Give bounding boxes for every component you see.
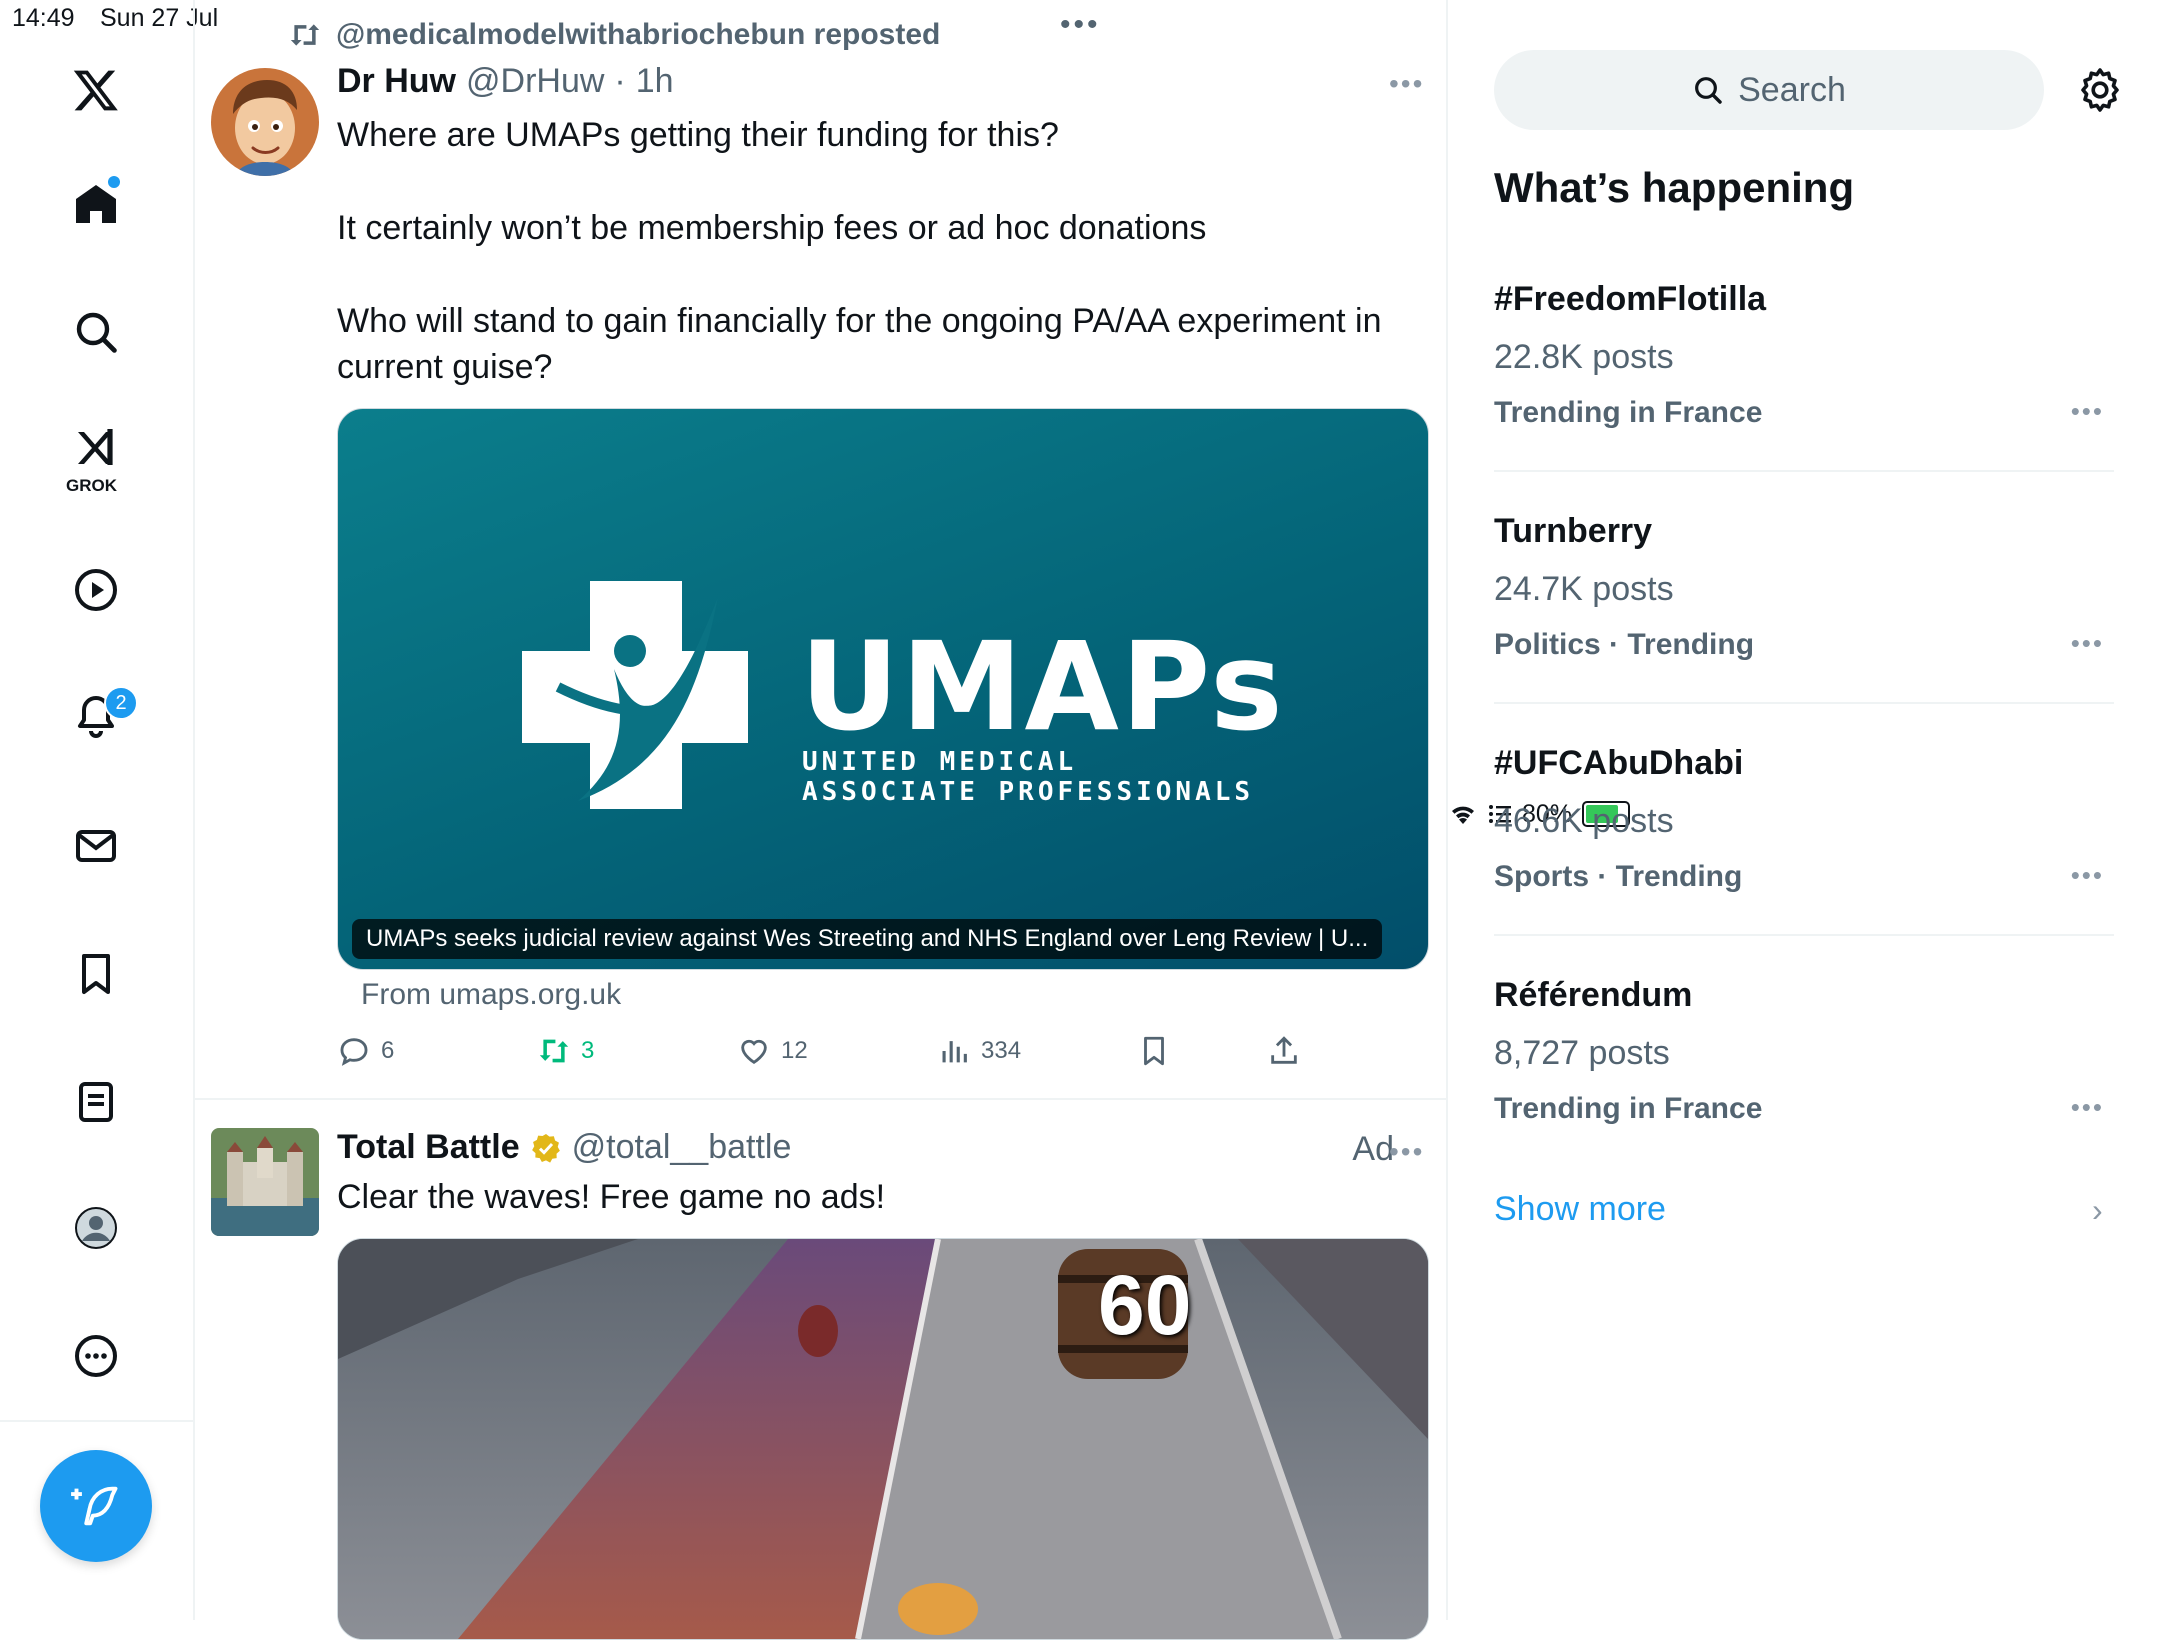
- bookmark-icon[interactable]: [62, 940, 130, 1008]
- verified-badge-icon: [531, 1133, 560, 1163]
- tweet2-more-icon[interactable]: •••: [1389, 1136, 1424, 1168]
- trend-more-icon[interactable]: •••: [2071, 628, 2104, 659]
- trend-context: Sports · Trending: [1494, 860, 1743, 893]
- x-logo-icon[interactable]: [62, 56, 130, 124]
- search-placeholder: Search: [1738, 70, 1846, 109]
- play-icon[interactable]: [62, 556, 130, 624]
- trend-separator: [1494, 934, 2114, 936]
- nav-separator: [0, 1420, 193, 1422]
- trend-name: #FreedomFlotilla: [1494, 280, 1767, 318]
- trend-posts: 8,727 posts: [1494, 1034, 1670, 1072]
- tweet2-text: Clear the waves! Free game no ads!: [337, 1178, 886, 1216]
- repost-icon: [290, 24, 320, 46]
- trend-name: Turnberry: [1494, 512, 1653, 550]
- tweet1-header: Dr Huw @DrHuw · 1h: [337, 62, 674, 101]
- total-battle-avatar[interactable]: [211, 1128, 319, 1236]
- search-nav-icon[interactable]: [62, 298, 130, 366]
- right-sidebar: Search What’s happening #FreedomFlotilla…: [1448, 0, 2160, 1620]
- show-more-link[interactable]: Show more: [1494, 1190, 1666, 1229]
- compose-feather-icon: [71, 1486, 118, 1526]
- bookmark-button[interactable]: [1137, 1034, 1171, 1068]
- profile-icon[interactable]: [62, 1194, 130, 1262]
- trend-separator: [1494, 470, 2114, 472]
- ad-label: Ad: [1352, 1130, 1394, 1168]
- tweet1-paragraph-1: Where are UMAPs getting their funding fo…: [337, 116, 1059, 154]
- reply-count: 6: [381, 1037, 395, 1064]
- main-feed: @medicalmodelwithabriochebun reposted Dr…: [193, 0, 1448, 1640]
- trend-more-icon[interactable]: •••: [2071, 396, 2104, 427]
- link-card-caption: UMAPs seeks judicial review against Wes …: [352, 919, 1383, 959]
- tweet1-dot: ·: [614, 62, 626, 100]
- like-count: 12: [781, 1037, 808, 1064]
- views-chart-icon: [942, 1041, 967, 1063]
- like-button[interactable]: 12: [737, 1034, 808, 1068]
- tweet1-paragraph-2: It certainly won’t be membership fees or…: [337, 209, 1207, 247]
- trend-context: Politics · Trending: [1494, 628, 1755, 661]
- trend-item[interactable]: Turnberry 24.7K posts Politics · Trendin…: [1494, 512, 2114, 672]
- tweet1-time[interactable]: 1h: [636, 62, 674, 101]
- trend-posts: 24.7K posts: [1494, 570, 1674, 608]
- umaps-logo-text: UMAPs: [800, 616, 1285, 758]
- tweet2-author-name[interactable]: Total Battle: [337, 1128, 520, 1167]
- trend-context: Trending in France: [1494, 1092, 1763, 1125]
- search-icon: [1695, 77, 1722, 104]
- mail-icon[interactable]: [62, 812, 130, 880]
- link-card-source[interactable]: From umaps.org.uk: [361, 978, 621, 1012]
- reply-icon: [340, 1038, 368, 1066]
- tweet1-actions: 6 3 12 334: [337, 1034, 1427, 1074]
- tweet1-handle[interactable]: @DrHuw: [466, 62, 604, 101]
- share-icon: [1271, 1036, 1297, 1064]
- ad-video[interactable]: 60: [337, 1238, 1429, 1640]
- views-button[interactable]: 334: [937, 1034, 1021, 1068]
- grok-label: GROK: [66, 476, 117, 495]
- left-navigation: GROK 2: [0, 0, 195, 1620]
- umaps-logo-sub2: ASSOCIATE PROFESSIONALS: [802, 777, 1255, 807]
- trend-more-icon[interactable]: •••: [2071, 1092, 2104, 1123]
- compose-button[interactable]: [40, 1450, 152, 1562]
- repost-button[interactable]: 3: [537, 1034, 594, 1068]
- settings-gear-icon[interactable]: [2076, 66, 2124, 114]
- umaps-logo-sub1: UNITED MEDICAL: [802, 747, 1078, 777]
- repost-action-icon: [539, 1039, 569, 1063]
- barrel-number: 60: [1098, 1258, 1192, 1352]
- search-bar[interactable]: Search: [1494, 50, 2044, 130]
- trend-separator: [1494, 702, 2114, 704]
- reply-button[interactable]: 6: [337, 1034, 394, 1068]
- umaps-logo-mark: [522, 581, 748, 809]
- dr-huw-avatar[interactable]: [211, 68, 319, 176]
- chevron-right-icon: ›: [2092, 1192, 2103, 1228]
- trend-item[interactable]: #UFCAbuDhabi 46.6K posts Sports · Trendi…: [1494, 744, 2114, 904]
- tweet-separator: [193, 1098, 1446, 1100]
- trend-more-icon[interactable]: •••: [2071, 860, 2104, 891]
- tweet2-handle[interactable]: @total__battle: [572, 1128, 792, 1167]
- home-unread-dot: [108, 176, 120, 188]
- more-options-icon[interactable]: [62, 1322, 130, 1390]
- views-count: 334: [981, 1037, 1022, 1064]
- repost-count: 3: [581, 1037, 595, 1064]
- repost-label: @medicalmodelwithabriochebun reposted: [336, 18, 941, 51]
- tweet2-header: Total Battle @total__battle: [337, 1128, 791, 1167]
- trend-posts: 22.8K posts: [1494, 338, 1674, 376]
- game-scene: [338, 1239, 1428, 1639]
- trend-name: #UFCAbuDhabi: [1494, 744, 1744, 782]
- repost-indicator: @medicalmodelwithabriochebun reposted: [288, 18, 940, 52]
- lists-icon[interactable]: [62, 1068, 130, 1136]
- link-card-image[interactable]: UMAPs UNITED MEDICAL ASSOCIATE PROFESSIO…: [337, 408, 1429, 970]
- grok-icon[interactable]: [62, 418, 130, 478]
- trend-item[interactable]: Référendum 8,727 posts Trending in Franc…: [1494, 976, 2114, 1136]
- heart-icon: [741, 1039, 767, 1065]
- whats-happening-title: What’s happening: [1494, 164, 1855, 211]
- notifications-badge: 2: [104, 686, 138, 720]
- tweet1-author-name[interactable]: Dr Huw: [337, 62, 456, 101]
- trend-context: Trending in France: [1494, 396, 1763, 429]
- trend-posts: 46.6K posts: [1494, 802, 1674, 840]
- tweet1-paragraph-3: Who will stand to gain financially for t…: [337, 302, 1382, 386]
- share-button[interactable]: [1267, 1034, 1301, 1068]
- trend-item[interactable]: #FreedomFlotilla 22.8K posts Trending in…: [1494, 280, 2114, 440]
- trend-name: Référendum: [1494, 976, 1693, 1014]
- tweet1-more-icon[interactable]: •••: [1389, 68, 1424, 100]
- bookmark-action-icon: [1144, 1036, 1164, 1066]
